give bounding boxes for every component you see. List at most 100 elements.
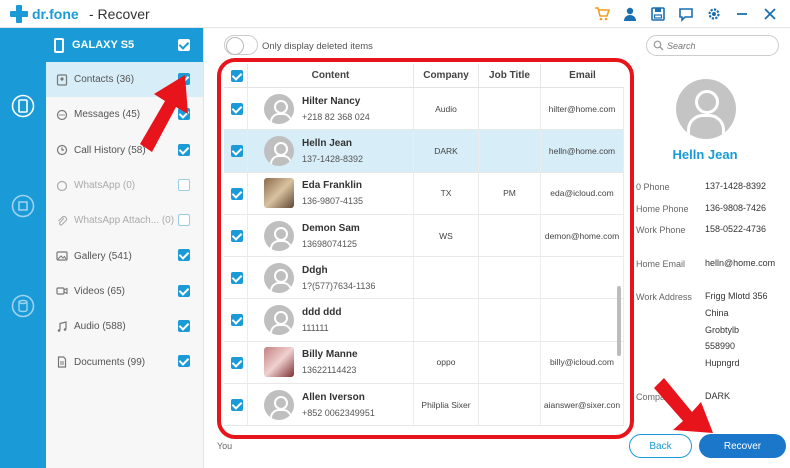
itunes-recover-icon[interactable]: [11, 194, 35, 218]
row-checkbox[interactable]: [231, 272, 243, 285]
contact-detail-panel: Helln Jean 0 Phone 137-1428-8392 Home Ph…: [634, 64, 790, 424]
contact-company: WS: [414, 214, 479, 257]
contact-email: eda@icloud.com: [541, 172, 624, 214]
whatsapp-checkbox[interactable]: [178, 178, 190, 191]
table-row[interactable]: Billy Manne 13622114423 oppo billy@icloud…: [224, 341, 624, 385]
contact-email: aianswer@sixer.con: [541, 384, 624, 426]
contact-name: Ddgh: [302, 264, 328, 276]
row-checkbox[interactable]: [231, 356, 243, 369]
contact-name: ddd ddd: [302, 307, 342, 319]
recover-button[interactable]: Recover: [699, 434, 786, 458]
close-icon[interactable]: [760, 4, 780, 24]
avatar: [264, 347, 294, 378]
table-row[interactable]: Demon Sam 13698074125 WS demon@home.com: [224, 214, 624, 258]
search-icon: [653, 40, 664, 54]
sidebar-item-audio[interactable]: Audio (588): [46, 309, 203, 344]
row-checkbox[interactable]: [231, 399, 243, 412]
table-row[interactable]: Eda Franklin 136-9807-4135 TX PM eda@iclo…: [224, 172, 624, 215]
user-icon[interactable]: [620, 4, 640, 24]
contact-job-title: [479, 214, 541, 257]
sidebar-item-documents[interactable]: Documents (99): [46, 344, 203, 379]
avatar: [264, 93, 294, 124]
sidebar-item-whatsapp[interactable]: WhatsApp (0): [46, 168, 203, 203]
table-row[interactable]: Hilter Nancy +218 82 368 024 Audio hilter…: [224, 88, 624, 131]
contact-company: Philplia Sixer: [414, 384, 479, 426]
sidebar-item-whatsapp-attachments[interactable]: WhatsApp Attach... (0): [46, 203, 203, 238]
contact-job-title: [479, 299, 541, 341]
avatar: [264, 305, 294, 336]
contact-company: oppo: [414, 341, 479, 384]
gallery-checkbox[interactable]: [178, 249, 190, 262]
cart-icon[interactable]: [592, 4, 612, 24]
table-row[interactable]: Allen Iverson +852 0062349951 Philplia Si…: [224, 384, 624, 427]
call-history-checkbox[interactable]: [178, 143, 190, 156]
row-checkbox[interactable]: [231, 314, 243, 327]
audio-checkbox[interactable]: [178, 320, 190, 333]
window-toolbar: [592, 4, 780, 24]
header-email[interactable]: Email: [541, 64, 624, 87]
device-recover-icon[interactable]: [11, 94, 35, 118]
device-header[interactable]: GALAXY S5: [46, 28, 203, 62]
contact-job-title: [479, 88, 541, 130]
contact-job-title: PM: [479, 172, 541, 214]
detail-label: Home Email: [636, 259, 686, 269]
attachment-icon: [56, 215, 68, 227]
contact-name: Allen Iverson: [302, 391, 365, 403]
documents-icon: [56, 356, 68, 368]
videos-checkbox[interactable]: [178, 284, 190, 297]
contact-phone: 13622114423: [302, 365, 357, 376]
messages-icon: [56, 109, 68, 121]
table-row[interactable]: ddd ddd 111111: [224, 299, 624, 342]
avatar: [264, 220, 294, 251]
detail-value: DARK: [705, 391, 731, 401]
detail-value: helln@home.com: [705, 258, 776, 268]
detail-address-line: Frigg Mlotd 356: [705, 291, 768, 301]
app-title: - Recover: [89, 6, 150, 22]
row-checkbox[interactable]: [231, 103, 243, 115]
icloud-recover-icon[interactable]: [11, 294, 35, 318]
search-box[interactable]: [646, 35, 779, 56]
detail-address-line: Grobtylb: [705, 325, 740, 335]
table-row[interactable]: Helln Jean 137-1428-8392 DARK helln@home.…: [224, 130, 624, 173]
sidebar-item-call-history[interactable]: Call History (58): [46, 133, 203, 168]
whatsapp-icon: [56, 180, 68, 192]
sidebar-item-contacts[interactable]: Contacts (36): [46, 62, 203, 98]
detail-label: Work Phone: [636, 225, 686, 235]
contact-company: [414, 257, 479, 299]
row-checkbox[interactable]: [231, 229, 243, 242]
contact-email: [541, 299, 624, 341]
row-checkbox[interactable]: [231, 187, 243, 200]
contacts-checkbox[interactable]: [178, 73, 190, 85]
table-scrollbar[interactable]: [617, 286, 621, 356]
avatar: [264, 135, 294, 166]
whatsapp-attachments-checkbox[interactable]: [178, 214, 190, 227]
sidebar-item-gallery[interactable]: Gallery (541): [46, 238, 203, 273]
contact-name: Helln Jean: [302, 137, 353, 149]
select-all-checkbox[interactable]: [231, 70, 243, 82]
feedback-icon[interactable]: [676, 4, 696, 24]
save-icon[interactable]: [648, 4, 668, 24]
avatar: [264, 389, 294, 420]
header-content[interactable]: Content: [248, 64, 414, 87]
select-all-cell: [224, 64, 248, 87]
deleted-only-toggle[interactable]: [224, 35, 258, 55]
device-select-all-checkbox[interactable]: [178, 39, 190, 51]
header-company[interactable]: Company: [414, 64, 479, 87]
drfone-logo-icon: [10, 5, 28, 23]
back-button[interactable]: Back: [629, 434, 692, 458]
contact-email: billy@icloud.com: [541, 341, 624, 384]
documents-checkbox[interactable]: [178, 355, 190, 368]
minimize-icon[interactable]: [732, 4, 752, 24]
header-job-title[interactable]: Job Title: [479, 64, 541, 87]
contact-phone: 136-9807-4135: [302, 196, 364, 207]
settings-icon[interactable]: [704, 4, 724, 24]
videos-icon: [56, 285, 68, 297]
sidebar-item-messages[interactable]: Messages (45): [46, 97, 203, 132]
sidebar-item-videos[interactable]: Videos (65): [46, 274, 203, 309]
detail-address-line: China: [705, 308, 729, 318]
table-row[interactable]: Ddgh 1?(577)7634-1136: [224, 257, 624, 300]
messages-checkbox[interactable]: [178, 108, 190, 121]
row-checkbox[interactable]: [231, 145, 243, 158]
contact-job-title: [479, 341, 541, 384]
search-input[interactable]: [667, 38, 772, 53]
